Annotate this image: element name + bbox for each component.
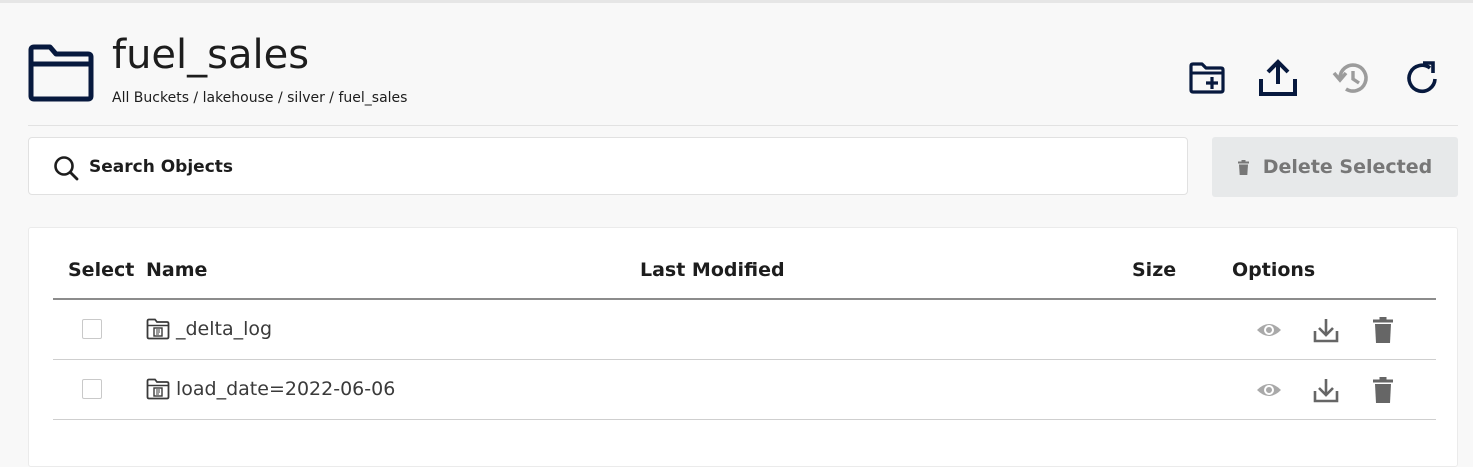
download-button[interactable] (1312, 316, 1340, 344)
row-divider (53, 419, 1436, 420)
column-header-name[interactable]: Name (146, 258, 207, 282)
row-checkbox[interactable] (82, 379, 102, 399)
create-folder-icon (1189, 62, 1225, 94)
delete-icon (1373, 377, 1393, 403)
delete-object-button[interactable] (1369, 376, 1397, 404)
header-divider (28, 125, 1458, 126)
column-header-size[interactable]: Size (1132, 258, 1176, 282)
delete-selected-label: Delete Selected (1262, 156, 1433, 178)
upload-button[interactable] (1258, 58, 1298, 98)
download-button[interactable] (1312, 376, 1340, 404)
folder-icon (146, 318, 170, 340)
object-name[interactable]: load_date=2022-06-06 (176, 377, 395, 401)
delete-selected-button[interactable]: Delete Selected (1212, 137, 1458, 197)
download-icon (1313, 379, 1339, 403)
object-name[interactable]: _delta_log (176, 317, 272, 341)
upload-icon (1259, 59, 1297, 96)
download-icon (1313, 319, 1339, 343)
top-border (0, 0, 1473, 3)
column-header-options: Options (1232, 259, 1316, 281)
delete-object-button[interactable] (1369, 316, 1397, 344)
row-divider (53, 359, 1436, 360)
search-icon (54, 156, 79, 181)
preview-icon (1257, 384, 1281, 396)
refresh-icon (1407, 61, 1437, 94)
search-input[interactable] (89, 155, 1169, 179)
trash-icon (1237, 159, 1249, 175)
preview-button[interactable] (1255, 376, 1283, 404)
preview-icon (1257, 324, 1281, 336)
column-header-select: Select (68, 259, 135, 281)
folder-icon (146, 378, 170, 400)
search-box[interactable] (28, 137, 1188, 195)
column-header-last-modified[interactable]: Last Modified (640, 258, 785, 282)
rewind-button[interactable] (1331, 58, 1371, 98)
page-title: fuel_sales (112, 32, 310, 78)
create-folder-button[interactable] (1187, 58, 1227, 98)
breadcrumb[interactable]: All Buckets / lakehouse / silver / fuel_… (112, 89, 407, 107)
rewind-history-icon (1332, 63, 1368, 93)
delete-icon (1373, 317, 1393, 343)
header-rule (53, 298, 1436, 300)
refresh-button[interactable] (1402, 58, 1442, 98)
preview-button[interactable] (1255, 316, 1283, 344)
row-checkbox[interactable] (82, 319, 102, 339)
bucket-folder-icon (28, 44, 94, 102)
